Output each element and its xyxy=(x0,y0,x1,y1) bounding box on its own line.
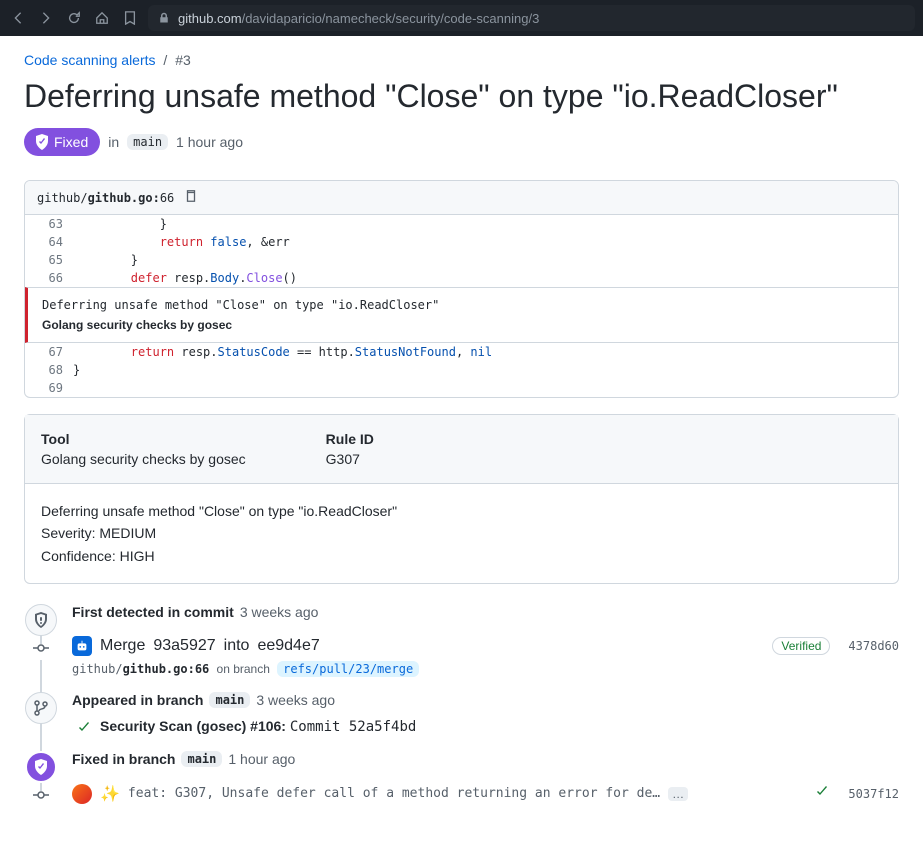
fixed-time: 1 hour ago xyxy=(228,751,295,767)
details-msg: Deferring unsafe method "Close" on type … xyxy=(41,500,882,522)
merge-into: into xyxy=(224,637,250,655)
code-line: 66 defer resp.Body.Close() xyxy=(25,269,898,287)
alert-message: Deferring unsafe method "Close" on type … xyxy=(42,298,884,312)
forward-button[interactable] xyxy=(36,8,56,28)
merge-label: Merge xyxy=(100,637,145,655)
fixed-branch[interactable]: main xyxy=(181,751,222,767)
fixed-label: Fixed xyxy=(54,134,88,150)
commit-dot-icon xyxy=(33,787,49,803)
shield-check-icon xyxy=(34,134,50,150)
check-title[interactable]: Security Scan (gosec) #106: xyxy=(100,718,286,734)
code-lines-before: 63 }64 return false, &err65 }66 defer re… xyxy=(25,215,898,287)
appeared-title: Appeared in branch xyxy=(72,692,203,708)
details-severity: Severity: MEDIUM xyxy=(41,522,882,544)
breadcrumb-sep: / xyxy=(163,52,167,68)
details-body: Deferring unsafe method "Close" on type … xyxy=(25,484,898,583)
first-detected-title: First detected in commit xyxy=(72,604,234,620)
git-branch-icon xyxy=(25,692,57,724)
code-line: 69 xyxy=(25,379,898,397)
code-line: 65 } xyxy=(25,251,898,269)
browser-bar: github.com/davidaparicio/namecheck/secur… xyxy=(0,0,923,36)
alert-banner: Deferring unsafe method "Close" on type … xyxy=(25,287,898,343)
page-title: Deferring unsafe method "Close" on type … xyxy=(24,76,899,116)
code-box-header: github/github.go:66 xyxy=(25,181,898,215)
details-box: Tool Golang security checks by gosec Rul… xyxy=(24,414,899,584)
user-avatar[interactable] xyxy=(72,784,92,804)
status-branch[interactable]: main xyxy=(127,134,168,150)
alert-tool: Golang security checks by gosec xyxy=(42,318,884,332)
merge-sha1[interactable]: 93a5927 xyxy=(153,637,215,655)
merge-file-row: github/github.go:66 on branch refs/pull/… xyxy=(72,662,899,676)
breadcrumb: Code scanning alerts / #3 xyxy=(24,52,899,68)
check-icon xyxy=(76,719,92,735)
details-head: Tool Golang security checks by gosec Rul… xyxy=(25,415,898,484)
copy-icon[interactable] xyxy=(184,189,198,206)
bookmark-button[interactable] xyxy=(120,8,140,28)
check-icon[interactable] xyxy=(814,783,830,804)
home-button[interactable] xyxy=(92,8,112,28)
details-confidence: Confidence: HIGH xyxy=(41,545,882,567)
check-commit: Commit 52a5f4bd xyxy=(290,719,416,735)
code-line: 64 return false, &err xyxy=(25,233,898,251)
appeared-time: 3 weeks ago xyxy=(256,692,335,708)
code-line: 67 return resp.StatusCode == http.Status… xyxy=(25,343,898,361)
sparkle-emoji: ✨ xyxy=(100,784,120,804)
fixed-title: Fixed in branch xyxy=(72,751,175,767)
merge-sha2[interactable]: ee9d4e7 xyxy=(257,637,319,655)
code-line: 68} xyxy=(25,361,898,379)
tool-value: Golang security checks by gosec xyxy=(41,451,246,467)
back-button[interactable] xyxy=(8,8,28,28)
code-box: github/github.go:66 63 }64 return false,… xyxy=(24,180,899,398)
breadcrumb-current: #3 xyxy=(175,52,191,68)
lock-icon xyxy=(158,12,170,24)
shield-icon xyxy=(25,604,57,636)
url-path: /davidaparicio/namecheck/security/code-s… xyxy=(242,11,540,26)
status-row: Fixed in main 1 hour ago xyxy=(24,128,899,156)
fixed-badge: Fixed xyxy=(24,128,100,156)
reload-button[interactable] xyxy=(64,8,84,28)
code-lines-after: 67 return resp.StatusCode == http.Status… xyxy=(25,343,898,397)
url-host: github.com xyxy=(178,11,242,26)
url-bar[interactable]: github.com/davidaparicio/namecheck/secur… xyxy=(148,5,915,31)
code-line: 63 } xyxy=(25,215,898,233)
ellipsis-button[interactable]: … xyxy=(668,787,688,801)
commit-dot-icon xyxy=(33,640,49,656)
rule-label: Rule ID xyxy=(326,431,374,447)
tool-label: Tool xyxy=(41,431,246,447)
first-detected-time: 3 weeks ago xyxy=(240,604,319,620)
merge-branch[interactable]: refs/pull/23/merge xyxy=(277,661,419,677)
commit-message[interactable]: feat: G307, Unsafe defer call of a metho… xyxy=(128,786,660,801)
bot-avatar[interactable] xyxy=(72,636,92,656)
code-path[interactable]: github/github.go:66 xyxy=(37,191,174,205)
breadcrumb-parent[interactable]: Code scanning alerts xyxy=(24,52,156,68)
verified-badge[interactable]: Verified xyxy=(772,637,830,655)
commit-right-sha[interactable]: 5037f12 xyxy=(848,787,899,801)
status-in: in xyxy=(108,134,119,150)
rule-value: G307 xyxy=(326,451,374,467)
timeline: First detected in commit 3 weeks ago Mer… xyxy=(40,604,899,808)
appeared-branch[interactable]: main xyxy=(209,692,250,708)
status-time: 1 hour ago xyxy=(176,134,243,150)
shield-check-icon xyxy=(25,751,57,783)
merge-right-sha[interactable]: 4378d60 xyxy=(848,639,899,653)
